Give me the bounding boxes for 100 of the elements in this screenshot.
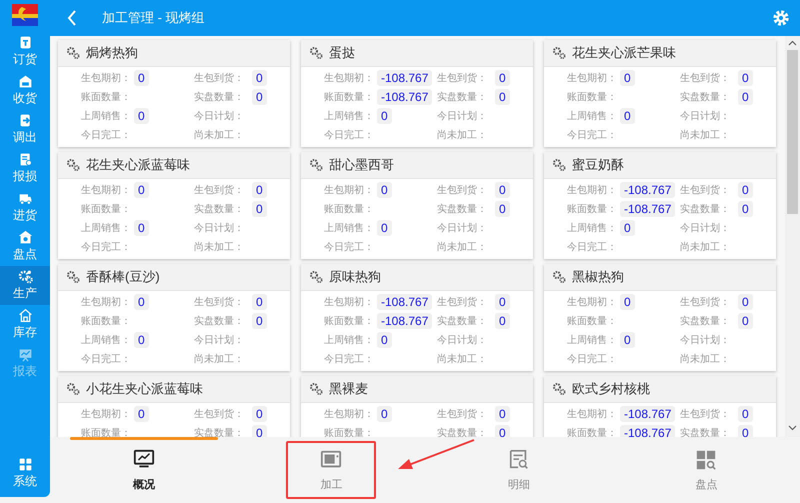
- nav-tab[interactable]: 明细: [474, 441, 564, 499]
- field-value: 0: [620, 108, 635, 124]
- field-label: 实盘数量：: [437, 202, 488, 216]
- field-label: 上周销售：: [323, 222, 375, 234]
- field-label: 生包期初：: [566, 184, 618, 196]
- sidebar-item[interactable]: 报损: [0, 149, 50, 188]
- field-label: 生包到货：: [680, 408, 731, 420]
- field-label: 今日计划：: [437, 222, 488, 234]
- field-label: 生包期初：: [80, 184, 132, 196]
- field-label: 上周销售：: [80, 110, 132, 122]
- field-value: 0: [495, 406, 510, 422]
- field-label: 今日计划：: [680, 110, 731, 122]
- sidebar-item[interactable]: 生产: [0, 266, 50, 305]
- field-label: 生包到货：: [680, 184, 731, 196]
- sidebar-item[interactable]: 系统: [0, 454, 50, 493]
- gears-icon: [552, 46, 566, 60]
- field-label: 生包到货：: [437, 72, 488, 84]
- field-value: -108.767: [620, 182, 676, 198]
- field-label: 账面数量：: [323, 426, 375, 437]
- product-name: 甜心墨西哥: [329, 156, 394, 174]
- field-label: 上周销售：: [566, 222, 618, 234]
- sidebar-item[interactable]: 进货: [0, 188, 50, 227]
- field-label: 生包期初：: [80, 408, 132, 420]
- field-value: 0: [495, 182, 510, 198]
- gears-icon: [66, 158, 80, 172]
- field-value: 0: [134, 108, 149, 124]
- field-label: 今日完工：: [566, 128, 618, 142]
- nav-tab[interactable]: 盘点: [661, 441, 752, 499]
- field-value: 0: [377, 108, 392, 124]
- document-icon: [18, 152, 32, 167]
- field-label: 生包到货：: [437, 296, 488, 308]
- field-label: 实盘数量：: [194, 426, 245, 437]
- field-label: 账面数量：: [566, 426, 618, 437]
- product-name: 欧式乡村核桃: [572, 380, 650, 398]
- field-label: 生包期初：: [80, 72, 132, 84]
- logo-icon: [12, 4, 38, 26]
- grid-icon: [18, 457, 32, 472]
- gears-icon: [66, 270, 80, 284]
- field-value: 0: [495, 200, 510, 216]
- field-value: -108.767: [377, 294, 432, 310]
- gears-icon: [18, 269, 32, 284]
- house-icon: [18, 74, 32, 89]
- field-label: 今日完工：: [80, 352, 132, 366]
- field-value: 0: [252, 200, 267, 216]
- field-label: 生包期初：: [566, 408, 618, 420]
- house-icon: [18, 230, 32, 245]
- field-value: 0: [252, 182, 267, 198]
- field-value: 0: [252, 294, 267, 310]
- field-label: 尚未加工：: [437, 128, 488, 142]
- product-name: 花生夹心派芒果味: [572, 44, 676, 62]
- settings-icon[interactable]: [772, 9, 790, 27]
- field-label: 生包期初：: [323, 408, 375, 420]
- oven-icon: [320, 448, 342, 470]
- field-label: 生包期初：: [566, 296, 618, 308]
- field-value: 0: [495, 294, 510, 310]
- product-name: 焗烤热狗: [86, 44, 138, 62]
- field-label: 尚未加工：: [194, 128, 245, 142]
- gears-icon: [66, 46, 80, 60]
- field-label: 账面数量：: [566, 202, 618, 216]
- field-label: 尚未加工：: [680, 352, 731, 366]
- sidebar-item[interactable]: 订货: [0, 32, 50, 71]
- sidebar-item[interactable]: 收货: [0, 71, 50, 110]
- product-name: 黑椒热狗: [572, 268, 624, 286]
- presentation-icon: [18, 347, 32, 362]
- nav-tab[interactable]: 概况: [98, 441, 189, 499]
- field-label: 生包期初：: [323, 184, 375, 196]
- field-value: -108.767: [377, 70, 432, 86]
- field-label: 生包到货：: [680, 296, 731, 308]
- field-label: 今日计划：: [437, 110, 488, 122]
- field-label: 账面数量：: [323, 90, 375, 104]
- nav-tab[interactable]: 加工: [286, 441, 376, 499]
- field-label: 实盘数量：: [680, 314, 731, 328]
- product-name: 蛋挞: [329, 44, 355, 62]
- field-value: -108.767: [620, 424, 676, 437]
- sidebar-item[interactable]: 盘点: [0, 227, 50, 266]
- field-value: 0: [620, 70, 635, 86]
- sidebar-item[interactable]: 调出: [0, 110, 50, 149]
- field-label: 生包到货：: [194, 72, 245, 84]
- field-label: 账面数量：: [80, 90, 132, 104]
- field-label: 账面数量：: [323, 314, 375, 328]
- field-value: 0: [134, 406, 149, 422]
- field-label: 实盘数量：: [437, 314, 488, 328]
- field-label: 账面数量：: [566, 90, 618, 104]
- home-icon: [18, 308, 32, 323]
- field-label: 生包到货：: [194, 296, 245, 308]
- sidebar-item[interactable]: 库存: [0, 305, 50, 344]
- field-value: -108.767: [620, 406, 676, 422]
- gears-icon: [552, 270, 566, 284]
- field-label: 实盘数量：: [437, 90, 488, 104]
- field-label: 账面数量：: [323, 202, 375, 216]
- field-label: 上周销售：: [566, 334, 618, 346]
- clipboard-icon: [18, 35, 32, 50]
- field-value: -108.767: [377, 88, 432, 104]
- field-value: 0: [377, 332, 392, 348]
- field-label: 今日完工：: [566, 352, 618, 366]
- tiles-search-icon: [695, 448, 718, 470]
- back-icon[interactable]: [66, 9, 78, 27]
- gears-icon: [552, 382, 566, 396]
- field-label: 实盘数量：: [194, 90, 245, 104]
- field-label: 今日计划：: [194, 334, 245, 346]
